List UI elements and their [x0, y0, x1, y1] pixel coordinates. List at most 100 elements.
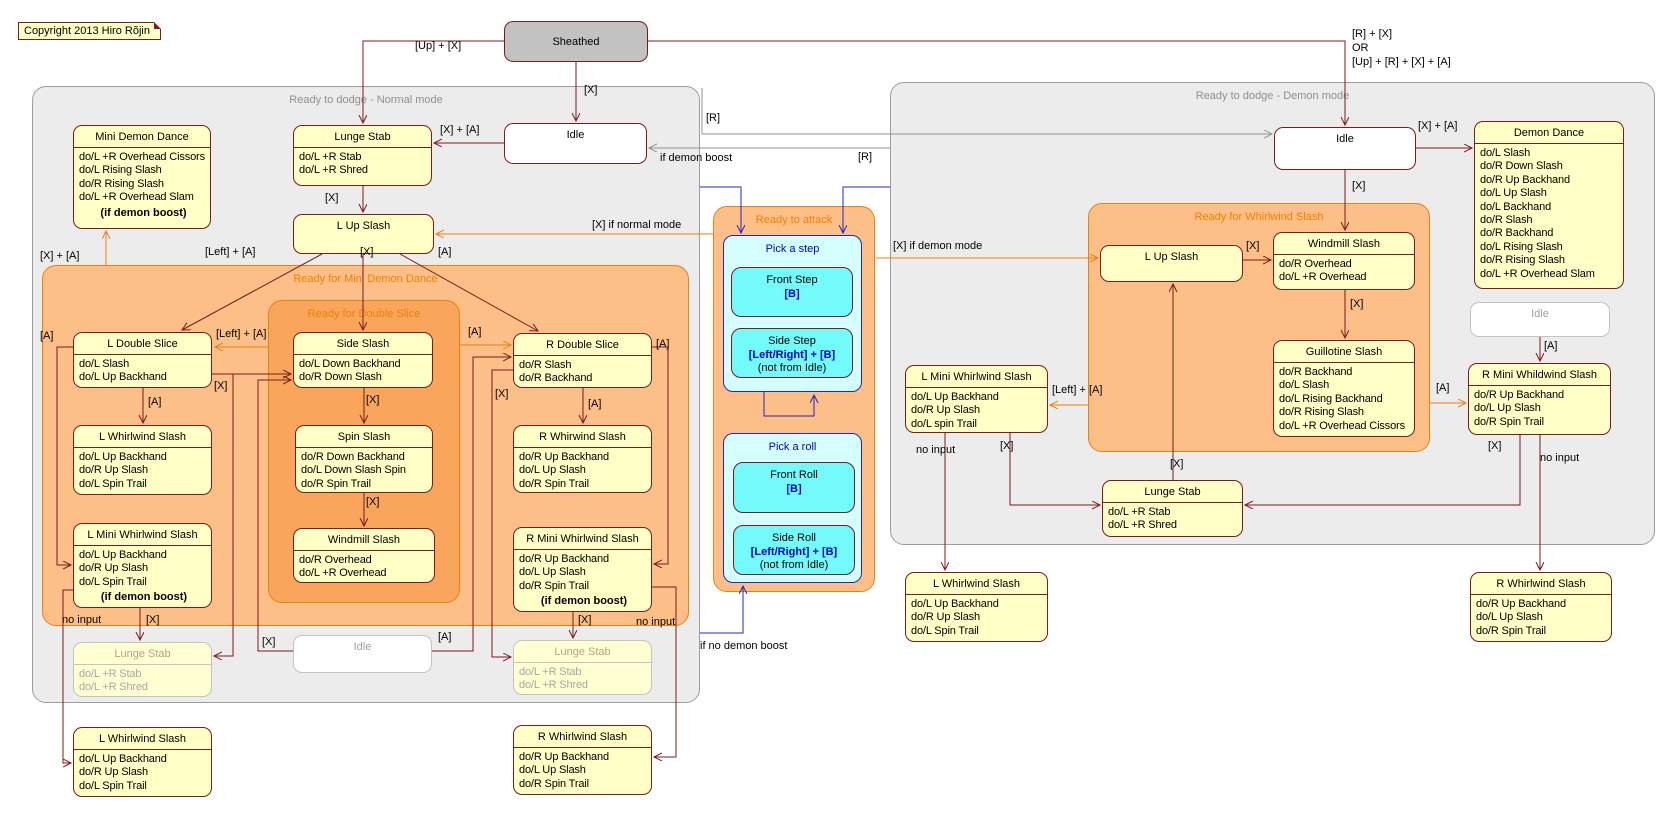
state-l-mini-whirlwind-slash-demon[interactable]: L Mini Whirlwind Slash do/L Up Backhand do…	[905, 365, 1048, 433]
state-idle-ghost-right[interactable]: Idle	[1470, 302, 1610, 337]
state-side-roll[interactable]: Side Roll [Left/Right] + [B] (not from Idl…	[733, 525, 855, 575]
state-lunge-stab-normal[interactable]: Lunge Stab do/L +R Stab do/L +R Shred	[293, 125, 432, 186]
transition-label: [A]	[468, 326, 482, 338]
state-side-slash[interactable]: Side Slash do/L Down Backhand do/R Down Sl…	[293, 332, 433, 388]
condition-note: (if demon boost)	[100, 591, 188, 604]
action-line: do/L +R Shred	[299, 164, 368, 177]
state-r-whirlwind-slash-exit-demon[interactable]: R Whirlwind Slash do/R Up Backhand do/L Up…	[1470, 572, 1612, 642]
state-l-whirlwind-slash-exit[interactable]: L Whirlwind Slash do/L Up Backhand do/R Up…	[73, 727, 212, 797]
action-line: do/R Spin Trail	[519, 477, 589, 490]
transition-label: [A]	[656, 338, 670, 350]
transition-label: [X] + [A]	[440, 124, 480, 136]
action-line: do/R Down Slash	[299, 371, 382, 384]
state-title: R Double Slice	[546, 338, 619, 351]
transition-label: [X]	[262, 636, 276, 648]
action-line: do/L Spin Trail	[911, 624, 979, 637]
action-line: do/L Up Slash	[519, 464, 586, 477]
transition-label: [X] if normal mode	[592, 219, 682, 231]
combo-input: [B]	[784, 288, 800, 300]
state-sheathed[interactable]: Sheathed	[504, 21, 648, 62]
state-windmill-slash-demon[interactable]: Windmill Slash do/R Overhead do/L +R Overh…	[1273, 232, 1415, 290]
state-mini-demon-dance[interactable]: Mini Demon Dance do/L +R Overhead Cissors…	[73, 125, 211, 229]
action-line: do/L +R Stab	[1108, 506, 1171, 518]
state-title: Mini Demon Dance	[95, 130, 189, 143]
state-l-double-slice[interactable]: L Double Slice do/L Slash do/L Up Backhand	[73, 332, 212, 388]
state-title: R Mini Whildwind Slash	[1482, 368, 1597, 381]
state-title: L Up Slash	[1144, 250, 1199, 263]
state-l-mini-whirlwind-slash[interactable]: L Mini Whirlwind Slash do/L Up Backhand do…	[73, 523, 212, 608]
combo-note: (not from Idle)	[759, 559, 829, 571]
state-l-up-slash-demon[interactable]: L Up Slash	[1100, 245, 1243, 282]
state-r-whirwind-slash[interactable]: R Whirwind Slash do/R Up Backhand do/L Up …	[513, 425, 652, 493]
state-actions: do/R Up Backhand do/L Up Slash do/R Spin T…	[1471, 594, 1611, 638]
state-front-roll[interactable]: Front Roll [B]	[733, 462, 855, 513]
state-actions: do/L +R Stab do/L +R Shred	[74, 664, 211, 695]
action-line: do/L Up Slash	[1474, 402, 1541, 415]
action-line: do/L Spin Trail	[79, 477, 147, 490]
action-line: do/R Up Slash	[79, 562, 148, 575]
state-lunge-stab-ghost-right[interactable]: Lunge Stab do/L +R Stab do/L +R Shred	[513, 640, 652, 695]
state-actions: do/R Up Backhand do/L Up Slash do/R Spin T…	[514, 447, 651, 491]
state-r-mini-whildwind-slash[interactable]: R Mini Whildwind Slash do/R Up Backhand do…	[1468, 363, 1611, 435]
transition-label: [X]	[366, 496, 380, 508]
state-title: L Double Slice	[107, 337, 178, 350]
state-spin-slash[interactable]: Spin Slash do/R Down Backhand do/L Down Sl…	[295, 425, 433, 493]
action-line: do/L Spin Trail	[79, 779, 147, 792]
action-line: do/R Slash	[1480, 214, 1533, 227]
action-line: do/L +R Overhead Slam	[79, 191, 194, 204]
state-title: R Whirlwind Slash	[537, 730, 628, 743]
transition-label: [R]	[858, 151, 873, 163]
state-r-double-slice[interactable]: R Double Slice do/R Slash do/R Backhand	[513, 333, 652, 388]
condition-note: (if demon boost)	[540, 595, 628, 608]
action-line: do/R Overhead	[299, 554, 372, 566]
transition-label: [Left] + [A]	[216, 328, 267, 340]
transition-label: [X]	[578, 614, 592, 626]
state-title: L Mini Whirlwind Slash	[921, 370, 1032, 383]
state-actions: do/L Up Backhand do/R Up Slash do/L spin T…	[906, 387, 1047, 431]
action-line: do/R Up Backhand	[519, 751, 609, 763]
state-idle-normal[interactable]: Idle	[504, 123, 647, 164]
state-title: Sheathed	[552, 35, 600, 48]
state-windmill-slash-normal[interactable]: Windmill Slash do/R Overhead do/L +R Overh…	[293, 528, 435, 583]
state-idle-demon[interactable]: Idle	[1274, 127, 1416, 170]
action-line: do/R Up Backhand	[1480, 173, 1570, 186]
state-actions: do/L Slash do/R Down Slash do/R Up Backhan…	[1475, 143, 1623, 281]
combo-input: [Left/Right] + [B]	[748, 349, 836, 361]
action-line: do/R Up Backhand	[519, 451, 609, 463]
action-line: do/L +R Overhead Cissors	[1279, 419, 1405, 432]
state-actions: do/L +R Overhead Cissors do/L Rising Slas…	[74, 147, 210, 219]
state-lunge-stab-demon[interactable]: Lunge Stab do/L +R Stab do/L +R Shred	[1102, 480, 1243, 537]
state-actions: do/L +R Stab do/L +R Shred	[514, 662, 651, 693]
action-line: do/R Spin Trail	[519, 777, 589, 790]
region-title-pick-a-step: Pick a step	[765, 243, 820, 255]
state-front-step[interactable]: Front Step [B]	[731, 267, 853, 317]
action-line: do/R Spin Trail	[1474, 415, 1544, 428]
action-line: do/R Backhand	[1279, 366, 1353, 378]
state-lunge-stab-ghost-left[interactable]: Lunge Stab do/L +R Stab do/L +R Shred	[73, 642, 212, 697]
transition-label: [A]	[1436, 382, 1450, 394]
state-r-mini-whirlwind-slash[interactable]: R Mini Whirlwind Slash do/R Up Backhand do…	[513, 527, 652, 612]
state-title: Side Slash	[336, 337, 390, 350]
transition-label: [A]	[438, 631, 452, 643]
action-line: do/L +R Stab	[519, 666, 582, 678]
state-r-whirlwind-slash-exit-left[interactable]: R Whirlwind Slash do/R Up Backhand do/L Up…	[513, 725, 652, 795]
state-title: Guillotine Slash	[1305, 345, 1383, 358]
state-title: Lunge Stab	[554, 645, 611, 658]
state-title: Idle	[566, 128, 585, 141]
state-demon-dance[interactable]: Demon Dance do/L Slash do/R Down Slash do/R…	[1474, 121, 1624, 289]
transition-label: no input	[1540, 452, 1580, 464]
action-line: do/R Up Slash	[911, 404, 980, 417]
state-l-whirlwind-slash-exit-demon[interactable]: L Whirlwind Slash do/L Up Backhand do/R Up…	[905, 572, 1048, 642]
state-title: L Whirlwind Slash	[932, 577, 1020, 590]
state-actions: do/L Up Backhand do/R Up Slash do/L Spin T…	[74, 447, 211, 491]
state-guillotine-slash[interactable]: Guillotine Slash do/R Backhand do/L Slash d…	[1273, 340, 1415, 437]
state-actions: do/L +R Stab do/L +R Shred	[1103, 502, 1242, 533]
action-line: do/R Spin Trail	[1476, 624, 1546, 637]
action-line: do/R Rising Slash	[1279, 406, 1364, 419]
action-line: do/L +R Shred	[519, 679, 588, 692]
transition-label: no input	[62, 614, 102, 626]
state-idle-ghost-bottom[interactable]: Idle	[293, 635, 432, 673]
state-l-whirlwind-slash[interactable]: L Whirlwind Slash do/L Up Backhand do/R Up…	[73, 425, 212, 495]
state-side-step[interactable]: Side Step [Left/Right] + [B] (not from Idl…	[731, 328, 853, 378]
transition-label: [Up] + [R] + [X] + [A]	[1352, 56, 1451, 68]
